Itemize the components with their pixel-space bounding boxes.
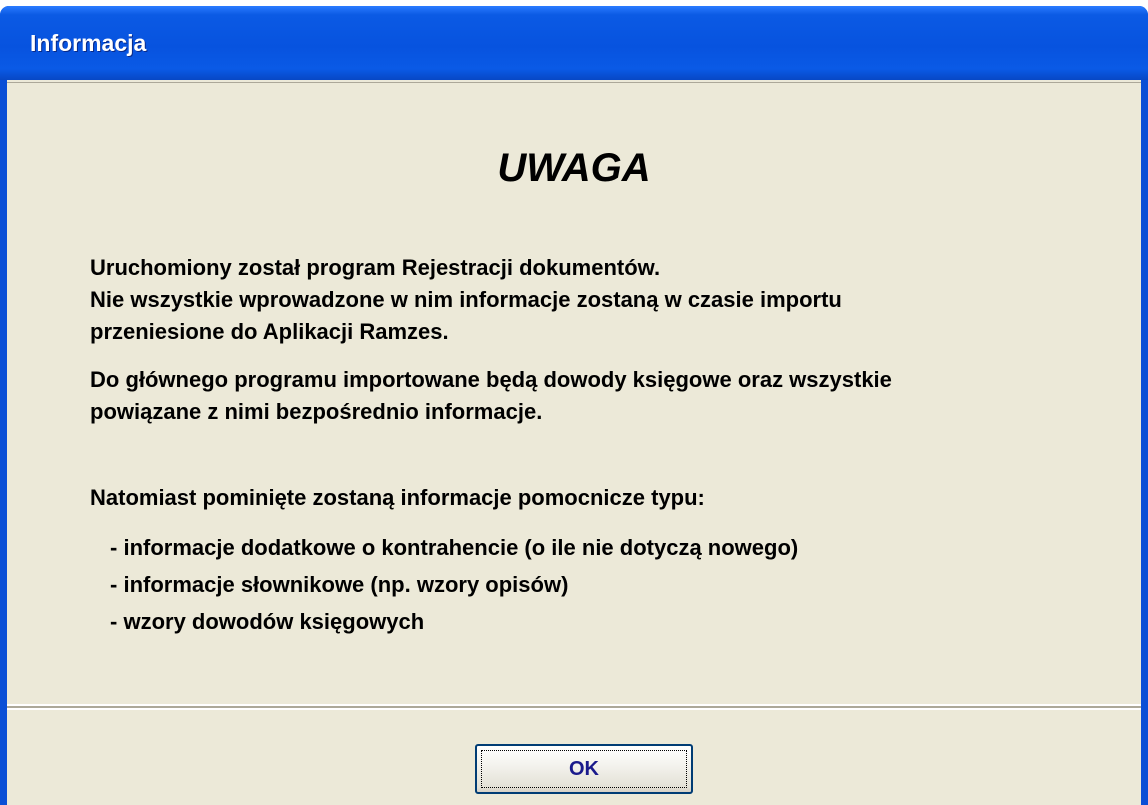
list-item: informacje słownikowe (np. wzory opisów)	[110, 566, 798, 603]
omitted-items-list: informacje dodatkowe o kontrahencie (o i…	[110, 529, 798, 640]
message-line: Do głównego programu importowane będą do…	[90, 367, 892, 392]
message-line: Uruchomiony został program Rejestracji d…	[90, 255, 661, 280]
window-title: Informacja	[30, 30, 147, 56]
message-line: przeniesione do Aplikacji Ramzes.	[90, 319, 449, 344]
message-paragraph-3: Natomiast pominięte zostaną informacje p…	[90, 485, 705, 510]
title-bar[interactable]: Informacja	[0, 6, 1148, 80]
message-paragraph-2: Do głównego programu importowane będą do…	[90, 364, 892, 428]
list-item: informacje dodatkowe o kontrahencie (o i…	[110, 529, 798, 566]
message-paragraph-1: Uruchomiony został program Rejestracji d…	[90, 252, 842, 348]
focus-rectangle	[481, 750, 687, 788]
message-panel: UWAGA Uruchomiony został program Rejestr…	[7, 82, 1141, 706]
dialog-body: UWAGA Uruchomiony został program Rejestr…	[7, 80, 1141, 805]
divider-highlight	[7, 708, 1141, 710]
message-line: Nie wszystkie wprowadzone w nim informac…	[90, 287, 842, 312]
ok-button[interactable]: OK	[475, 744, 693, 794]
message-line: powiązane z nimi bezpośrednio informacje…	[90, 399, 543, 424]
message-heading: UWAGA	[497, 146, 651, 190]
list-item: wzory dowodów księgowych	[110, 603, 798, 640]
dialog-window: Informacja UWAGA Uruchomiony został prog…	[0, 6, 1148, 805]
